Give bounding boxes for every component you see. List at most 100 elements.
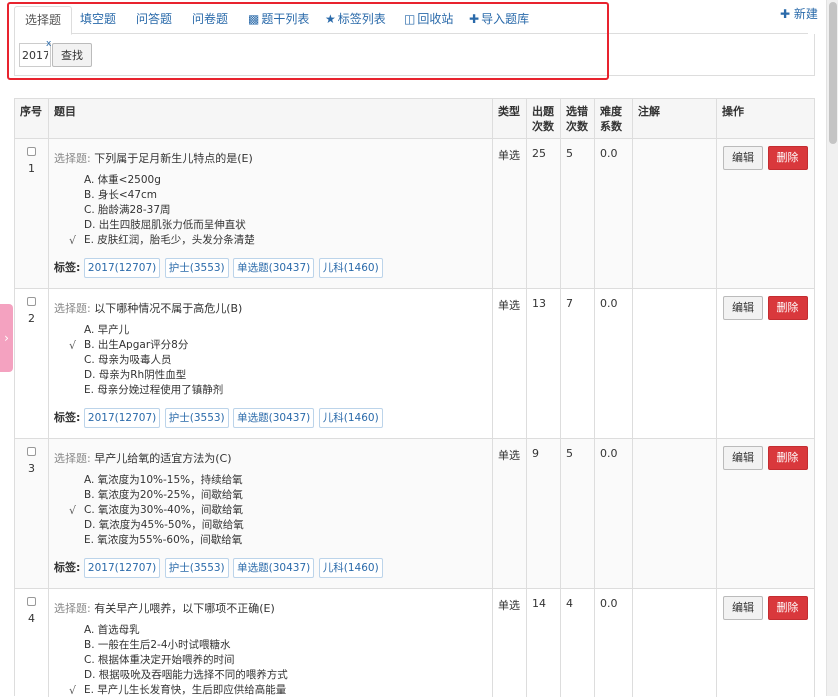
question-type-prefix: 选择题:	[54, 452, 91, 465]
option-item: √ C. 氧浓度为30%-40%，间歇给氧	[69, 504, 243, 517]
option-item: A. 氧浓度为10%-15%，持续给氧	[84, 474, 243, 486]
row-number: 4	[28, 612, 35, 625]
scrollbar-thumb[interactable]	[829, 2, 837, 144]
tags-label: 标签:	[54, 411, 81, 424]
tag-link[interactable]: 2017(12707)	[83, 408, 161, 428]
vertical-scrollbar[interactable]	[826, 0, 838, 696]
table-row: 4 选择题: 有关早产儿喂养，以下哪项不正确(E) A. 首选母乳 B. 一般在…	[15, 589, 815, 697]
question-text: 早产儿给氧的适宜方法为(C)	[94, 452, 232, 465]
option-item: C. 根据体重决定开始喂养的时间	[84, 654, 235, 666]
times-cell: 14	[527, 589, 561, 697]
column-header-no: 序号	[15, 99, 49, 139]
side-expand-tab[interactable]: ›	[0, 304, 13, 372]
tab-qa[interactable]: 问答题	[126, 6, 182, 34]
question-text: 有关早产儿喂养，以下哪项不正确(E)	[94, 602, 275, 615]
times-cell: 9	[527, 439, 561, 589]
tag-link[interactable]: 2017(12707)	[83, 258, 161, 278]
wrong-cell: 5	[561, 439, 595, 589]
tags-label: 标签:	[54, 261, 81, 274]
row-checkbox[interactable]	[27, 447, 36, 456]
option-item: D. 氧浓度为45%-50%，间歇给氧	[84, 519, 244, 531]
tag-link[interactable]: 护士(3553)	[164, 258, 229, 278]
chevron-right-icon: ›	[4, 331, 9, 345]
option-item: C. 胎龄满28-37周	[84, 204, 171, 216]
correct-check-icon: √	[69, 234, 77, 247]
tag-link[interactable]: 单选题(30437)	[233, 408, 315, 428]
option-item: D. 母亲为Rh阴性血型	[84, 369, 187, 381]
option-list: A. 早产儿 √ B. 出生Apgar评分8分 C. 母亲为吸毒人员 D. 母亲为…	[54, 323, 487, 398]
option-item: A. 体重<2500g	[84, 174, 161, 186]
question-type-prefix: 选择题:	[54, 602, 91, 615]
difficulty-cell: 0.0	[595, 139, 633, 289]
column-header-ops: 操作	[717, 99, 815, 139]
tag-link[interactable]: 护士(3553)	[164, 558, 229, 578]
tag-link[interactable]: 儿科(1460)	[318, 408, 383, 428]
row-number: 2	[28, 312, 35, 325]
option-list: A. 氧浓度为10%-15%，持续给氧 B. 氧浓度为20%-25%，间歇给氧 …	[54, 473, 487, 548]
option-item: E. 氧浓度为55%-60%，间歇给氧	[84, 534, 243, 546]
type-cell: 单选	[493, 439, 527, 589]
difficulty-cell: 0.0	[595, 289, 633, 439]
delete-button[interactable]: 删除	[767, 146, 808, 170]
option-item: C. 母亲为吸毒人员	[84, 354, 172, 366]
edit-button[interactable]: 编辑	[723, 596, 763, 620]
ops-cell: 编辑 删除	[717, 589, 815, 697]
ops-cell: 编辑 删除	[717, 139, 815, 289]
type-cell: 单选	[493, 289, 527, 439]
tag-link[interactable]: 儿科(1460)	[318, 258, 383, 278]
note-cell	[633, 439, 717, 589]
edit-button[interactable]: 编辑	[723, 146, 763, 170]
top-toolbar: 选择题 填空题 问答题 问卷题 ▩ 题干列表 ★ 标签列表 ◫ 回收站 ✚ 导入题库 ✚…	[0, 0, 838, 90]
edit-button[interactable]: 编辑	[723, 446, 763, 470]
star-icon: ★	[325, 12, 336, 26]
column-header-wrong: 选错次数	[561, 99, 595, 139]
search-button[interactable]: 查找	[52, 43, 92, 67]
column-header-type: 类型	[493, 99, 527, 139]
row-checkbox[interactable]	[27, 297, 36, 306]
tab-import-bank[interactable]: ✚ 导入题库	[459, 6, 539, 34]
tab-tag-list[interactable]: ★ 标签列表	[315, 6, 396, 34]
question-cell: 选择题: 早产儿给氧的适宜方法为(C) A. 氧浓度为10%-15%，持续给氧 …	[49, 439, 493, 589]
book-icon: ▩	[248, 12, 260, 26]
tab-stem-list[interactable]: ▩ 题干列表	[238, 6, 319, 34]
question-text: 下列属于足月新生儿特点的是(E)	[94, 152, 253, 165]
edit-button[interactable]: 编辑	[723, 296, 763, 320]
question-cell: 选择题: 有关早产儿喂养，以下哪项不正确(E) A. 首选母乳 B. 一般在生后…	[49, 589, 493, 697]
option-item: D. 出生四肢屈肌张力低而呈伸直状	[84, 219, 246, 231]
new-question-link[interactable]: ✚ 新建	[780, 5, 818, 22]
delete-button[interactable]: 删除	[767, 296, 808, 320]
option-item: B. 身长<47cm	[84, 189, 158, 201]
correct-check-icon: √	[69, 504, 77, 517]
delete-button[interactable]: 删除	[767, 446, 808, 470]
question-table: 序号 题目 类型 出题次数 选错次数 难度系数 注解 操作 1 选择题: 下列属…	[14, 98, 815, 697]
plus-icon: ✚	[469, 12, 480, 26]
wrong-cell: 4	[561, 589, 595, 697]
question-type-prefix: 选择题:	[54, 302, 91, 315]
option-item: √ E. 皮肤红润，胎毛少，头发分条清楚	[69, 234, 255, 247]
tag-link[interactable]: 护士(3553)	[164, 408, 229, 428]
tab-choice[interactable]: 选择题	[14, 6, 73, 35]
tag-list: 标签: 2017(12707) 护士(3553) 单选题(30437) 儿科(1…	[54, 557, 487, 579]
table-row: 2 选择题: 以下哪种情况不属于高危儿(B) A. 早产儿 √ B. 出生Apga…	[15, 289, 815, 439]
tab-questionnaire[interactable]: 问卷题	[182, 6, 238, 34]
question-cell: 选择题: 下列属于足月新生儿特点的是(E) A. 体重<2500g B. 身长<…	[49, 139, 493, 289]
ops-cell: 编辑 删除	[717, 439, 815, 589]
tag-link[interactable]: 单选题(30437)	[233, 558, 315, 578]
option-item: √ B. 出生Apgar评分8分	[69, 339, 189, 352]
tag-link[interactable]: 2017(12707)	[83, 558, 161, 578]
delete-button[interactable]: 删除	[767, 596, 808, 620]
row-checkbox[interactable]	[27, 597, 36, 606]
type-cell: 单选	[493, 589, 527, 697]
trash-icon: ◫	[404, 12, 416, 26]
tag-link[interactable]: 单选题(30437)	[233, 258, 315, 278]
tag-list: 标签: 2017(12707) 护士(3553) 单选题(30437) 儿科(1…	[54, 407, 487, 429]
ops-cell: 编辑 删除	[717, 289, 815, 439]
tab-fill-blank[interactable]: 填空题	[70, 6, 126, 34]
row-checkbox[interactable]	[27, 147, 36, 156]
option-item: A. 首选母乳	[84, 624, 140, 636]
option-list: A. 体重<2500g B. 身长<47cm C. 胎龄满28-37周 D. 出…	[54, 173, 487, 248]
tab-recycle-bin[interactable]: ◫ 回收站	[394, 6, 463, 34]
tag-link[interactable]: 儿科(1460)	[318, 558, 383, 578]
clear-filter-icon[interactable]: x	[46, 39, 51, 49]
option-item: B. 氧浓度为20%-25%，间歇给氧	[84, 489, 243, 501]
